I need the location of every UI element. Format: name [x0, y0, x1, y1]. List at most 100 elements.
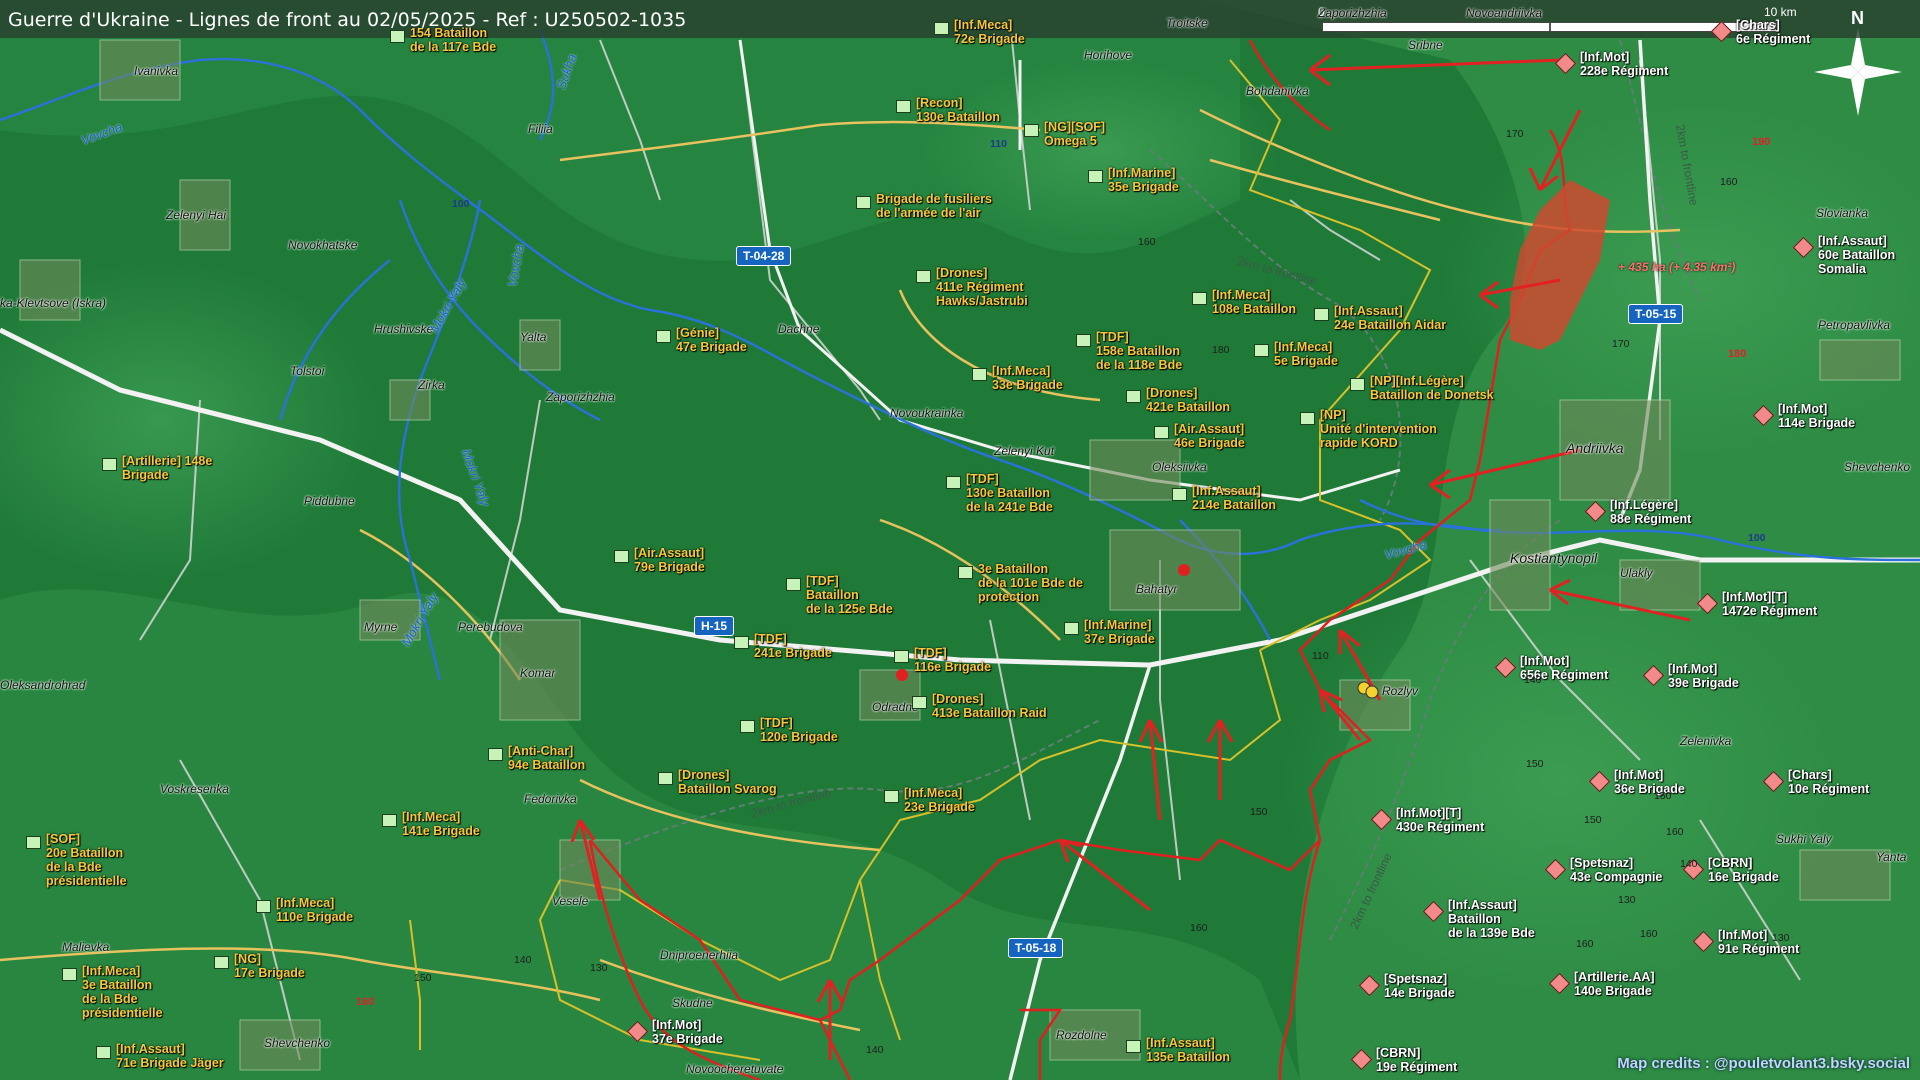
ukrainian-unit-symbol-icon[interactable]	[884, 790, 899, 803]
russian-unit-label[interactable]: [Inf.Assaut] Bataillon de la 139e Bde	[1448, 898, 1535, 940]
ukrainian-unit-symbol-icon[interactable]	[26, 836, 41, 849]
ukrainian-unit-label[interactable]: [NG] 17e Brigade	[234, 952, 305, 980]
ukrainian-unit-label[interactable]: [Drones] 411e Régiment Hawks/Jastrubi	[936, 266, 1028, 308]
ukrainian-unit-symbol-icon[interactable]	[1300, 412, 1315, 425]
ukrainian-unit-label[interactable]: [Drones] 421e Bataillon	[1146, 386, 1230, 414]
ukrainian-unit-label[interactable]: [Drones] Bataillon Svarog	[678, 768, 777, 796]
russian-unit-label[interactable]: [Inf.Légère] 88e Régiment	[1610, 498, 1691, 526]
ukrainian-unit-label[interactable]: [TDF] Bataillon de la 125e Bde	[806, 574, 893, 616]
ukrainian-unit-symbol-icon[interactable]	[1192, 292, 1207, 305]
ukrainian-unit-label[interactable]: [SOF] 20e Bataillon de la Bde présidenti…	[46, 832, 127, 888]
ukrainian-unit-symbol-icon[interactable]	[958, 566, 973, 579]
russian-unit-label[interactable]: [Artillerie.AA] 140e Brigade	[1574, 970, 1655, 998]
russian-unit-label[interactable]: [Inf.Assaut] 60e Bataillon Somalia	[1818, 234, 1895, 276]
ukrainian-unit-label[interactable]: [TDF] 116e Brigade	[914, 646, 991, 674]
road-shield-t-04-28[interactable]: T-04-28	[736, 246, 792, 266]
ukrainian-unit-label[interactable]: [TDF] 241e Brigade	[754, 632, 832, 660]
ukrainian-unit-label[interactable]: [Inf.Meca] 23e Brigade	[904, 786, 975, 814]
ukrainian-unit-symbol-icon[interactable]	[488, 748, 503, 761]
russian-unit-label[interactable]: [Chars] 6e Régiment	[1736, 18, 1810, 46]
ukrainian-unit-symbol-icon[interactable]	[916, 270, 931, 283]
ukrainian-unit-label[interactable]: 3e Bataillon de la 101e Bde de protectio…	[978, 562, 1083, 604]
captured-area-label: + 435 ha (+ 4.35 km²)	[1618, 260, 1736, 274]
ukrainian-unit-symbol-icon[interactable]	[1024, 124, 1039, 137]
road-shield-t-05-15[interactable]: T-05-15	[1628, 304, 1684, 324]
russian-unit-label[interactable]: [CBRN] 19e Régiment	[1376, 1046, 1457, 1074]
ukrainian-unit-symbol-icon[interactable]	[734, 636, 749, 649]
russian-unit-label[interactable]: [Inf.Mot] 228e Régiment	[1580, 50, 1668, 78]
ukrainian-unit-label[interactable]: [TDF] 130e Bataillon de la 241e Bde	[966, 472, 1053, 514]
ukrainian-unit-label[interactable]: [Inf.Assaut] 135e Bataillon	[1146, 1036, 1230, 1064]
ukrainian-unit-label[interactable]: Brigade de fusiliers de l'armée de l'air	[876, 192, 992, 220]
ukrainian-unit-label[interactable]: 154 Bataillon de la 117e Bde	[410, 26, 496, 54]
ukrainian-unit-symbol-icon[interactable]	[912, 696, 927, 709]
russian-unit-label[interactable]: [Spetsnaz] 14e Brigade	[1384, 972, 1455, 1000]
ukrainian-unit-label[interactable]: [TDF] 158e Bataillon de la 118e Bde	[1096, 330, 1182, 372]
ukrainian-unit-symbol-icon[interactable]	[256, 900, 271, 913]
ukrainian-unit-label[interactable]: [Inf.Assaut] 71e Brigade Jäger	[116, 1042, 224, 1070]
russian-unit-label[interactable]: [Inf.Mot] 39e Brigade	[1668, 662, 1739, 690]
ukrainian-unit-label[interactable]: [Inf.Assaut] 24e Bataillon Aidar	[1334, 304, 1446, 332]
ukrainian-unit-symbol-icon[interactable]	[62, 968, 77, 981]
ukrainian-unit-symbol-icon[interactable]	[1314, 308, 1329, 321]
ukrainian-unit-label[interactable]: [Inf.Marine] 35e Brigade	[1108, 166, 1179, 194]
ukrainian-unit-label[interactable]: [Inf.Meca] 33e Brigade	[992, 364, 1063, 392]
ukrainian-unit-symbol-icon[interactable]	[656, 330, 671, 343]
ukrainian-unit-symbol-icon[interactable]	[1064, 622, 1079, 635]
ukrainian-unit-symbol-icon[interactable]	[856, 196, 871, 209]
ukrainian-unit-label[interactable]: [Génie] 47e Brigade	[676, 326, 747, 354]
ukrainian-unit-symbol-icon[interactable]	[1350, 378, 1365, 391]
ukrainian-unit-symbol-icon[interactable]	[390, 30, 405, 43]
russian-unit-label[interactable]: [Inf.Mot][T] 1472e Régiment	[1722, 590, 1817, 618]
ukrainian-unit-label[interactable]: [Drones] 413e Bataillon Raid	[932, 692, 1047, 720]
ukrainian-unit-symbol-icon[interactable]	[102, 458, 117, 471]
ukrainian-unit-symbol-icon[interactable]	[740, 720, 755, 733]
russian-unit-label[interactable]: [Spetsnaz] 43e Compagnie	[1570, 856, 1662, 884]
ukrainian-unit-label[interactable]: [NP][Inf.Légère] Bataillon de Donetsk	[1370, 374, 1494, 402]
ukrainian-unit-label[interactable]: [Inf.Meca] 141e Brigade	[402, 810, 480, 838]
ukrainian-unit-label[interactable]: [TDF] 120e Brigade	[760, 716, 838, 744]
ukrainian-unit-symbol-icon[interactable]	[896, 100, 911, 113]
road-shield-h-15[interactable]: H-15	[694, 616, 735, 636]
ukrainian-unit-label[interactable]: [NG][SOF] Omega 5	[1044, 120, 1105, 148]
ukrainian-unit-label[interactable]: [Recon] 130e Bataillon	[916, 96, 1000, 124]
ukrainian-unit-symbol-icon[interactable]	[934, 22, 949, 35]
ukrainian-unit-symbol-icon[interactable]	[1126, 1040, 1141, 1053]
ukrainian-unit-label[interactable]: [Inf.Meca] 3e Bataillon de la Bde présid…	[82, 964, 163, 1020]
ukrainian-unit-label[interactable]: [Inf.Assaut] 214e Bataillon	[1192, 484, 1276, 512]
ukrainian-unit-symbol-icon[interactable]	[946, 476, 961, 489]
ukrainian-unit-symbol-icon[interactable]	[658, 772, 673, 785]
ukrainian-unit-label[interactable]: [Air.Assaut] 46e Brigade	[1174, 422, 1245, 450]
ukrainian-unit-symbol-icon[interactable]	[786, 578, 801, 591]
ukrainian-unit-symbol-icon[interactable]	[382, 814, 397, 827]
ukrainian-unit-symbol-icon[interactable]	[214, 956, 229, 969]
ukrainian-unit-label[interactable]: [NP] Unité d'intervention rapide KORD	[1320, 408, 1437, 450]
ukrainian-unit-symbol-icon[interactable]	[1172, 488, 1187, 501]
ukrainian-unit-label[interactable]: [Inf.Meca] 5e Brigade	[1274, 340, 1338, 368]
ukrainian-unit-symbol-icon[interactable]	[1076, 334, 1091, 347]
ukrainian-unit-symbol-icon[interactable]	[96, 1046, 111, 1059]
ukrainian-unit-label[interactable]: [Air.Assaut] 79e Brigade	[634, 546, 705, 574]
ukrainian-unit-symbol-icon[interactable]	[1088, 170, 1103, 183]
ukrainian-unit-symbol-icon[interactable]	[1254, 344, 1269, 357]
ukrainian-unit-symbol-icon[interactable]	[1126, 390, 1141, 403]
ukrainian-unit-label[interactable]: [Inf.Meca] 110e Brigade	[276, 896, 353, 924]
russian-unit-label[interactable]: [CBRN] 16e Brigade	[1708, 856, 1779, 884]
ukrainian-unit-symbol-icon[interactable]	[1154, 426, 1169, 439]
map-canvas[interactable]: Guerre d'Ukraine - Lignes de front au 02…	[0, 0, 1920, 1080]
russian-unit-label[interactable]: [Inf.Mot] 37e Brigade	[652, 1018, 723, 1046]
ukrainian-unit-label[interactable]: [Inf.Marine] 37e Brigade	[1084, 618, 1155, 646]
russian-unit-label[interactable]: [Inf.Mot][T] 430e Régiment	[1396, 806, 1484, 834]
ukrainian-unit-label[interactable]: [Inf.Meca] 108e Bataillon	[1212, 288, 1296, 316]
road-shield-t-05-18[interactable]: T-05-18	[1008, 938, 1064, 958]
russian-unit-label[interactable]: [Chars] 10e Régiment	[1788, 768, 1869, 796]
ukrainian-unit-label[interactable]: [Inf.Meca] 72e Brigade	[954, 18, 1025, 46]
ukrainian-unit-label[interactable]: [Anti-Char] 94e Bataillon	[508, 744, 585, 772]
ukrainian-unit-symbol-icon[interactable]	[614, 550, 629, 563]
russian-unit-label[interactable]: [Inf.Mot] 114e Brigade	[1778, 402, 1855, 430]
russian-unit-label[interactable]: [Inf.Mot] 36e Brigade	[1614, 768, 1685, 796]
ukrainian-unit-symbol-icon[interactable]	[972, 368, 987, 381]
map-credits[interactable]: Map credits : @pouletvolant3.bsky.social	[1617, 1055, 1910, 1072]
ukrainian-unit-symbol-icon[interactable]	[894, 650, 909, 663]
ukrainian-unit-label[interactable]: [Artillerie] 148e Brigade	[122, 454, 212, 482]
